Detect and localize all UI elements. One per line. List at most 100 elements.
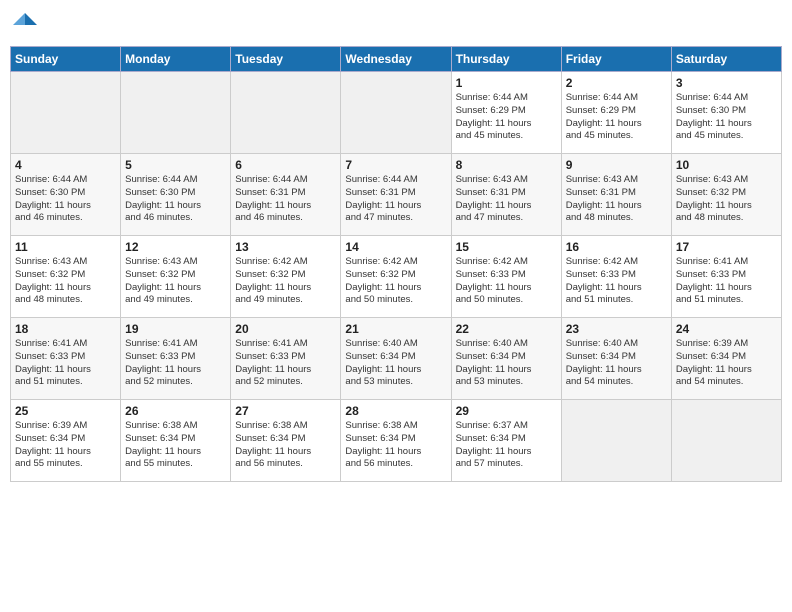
day-number: 7	[345, 158, 446, 172]
day-number: 28	[345, 404, 446, 418]
calendar-body: 1 Sunrise: 6:44 AMSunset: 6:29 PMDaylight…	[11, 72, 782, 482]
col-tuesday: Tuesday	[231, 47, 341, 72]
calendar-cell: 2Sunrise: 6:44 AMSunset: 6:29 PMDaylight…	[561, 72, 671, 154]
day-number: 3	[676, 76, 777, 90]
calendar-cell: 1 Sunrise: 6:44 AMSunset: 6:29 PMDaylight…	[451, 72, 561, 154]
day-info: Sunrise: 6:41 AMSunset: 6:33 PMDaylight:…	[676, 256, 777, 307]
calendar-cell: 20 Sunrise: 6:41 AMSunset: 6:33 PMDayligh…	[231, 318, 341, 400]
day-info: Sunrise: 6:43 AMSunset: 6:31 PMDaylight:…	[566, 174, 667, 225]
calendar-cell: 25 Sunrise: 6:39 AMSunset: 6:34 PMDayligh…	[11, 400, 121, 482]
day-number: 26	[125, 404, 226, 418]
calendar-cell: 23 Sunrise: 6:40 AMSunset: 6:34 PMDayligh…	[561, 318, 671, 400]
day-number: 6	[235, 158, 336, 172]
day-number: 27	[235, 404, 336, 418]
calendar-cell: 7Sunrise: 6:44 AMSunset: 6:31 PMDaylight…	[341, 154, 451, 236]
day-number: 23	[566, 322, 667, 336]
day-number: 19	[125, 322, 226, 336]
day-info: Sunrise: 6:40 AMSunset: 6:34 PMDaylight:…	[345, 338, 446, 389]
day-number: 20	[235, 322, 336, 336]
day-info: Sunrise: 6:43 AMSunset: 6:32 PMDaylight:…	[676, 174, 777, 225]
col-friday: Friday	[561, 47, 671, 72]
calendar-cell: 8 Sunrise: 6:43 AMSunset: 6:31 PMDaylight…	[451, 154, 561, 236]
calendar-table: Sunday Monday Tuesday Wednesday Thursday…	[10, 46, 782, 482]
col-wednesday: Wednesday	[341, 47, 451, 72]
day-info: Sunrise: 6:41 AMSunset: 6:33 PMDaylight:…	[15, 338, 116, 389]
calendar-cell: 18Sunrise: 6:41 AMSunset: 6:33 PMDayligh…	[11, 318, 121, 400]
calendar-cell	[231, 72, 341, 154]
day-info: Sunrise: 6:41 AMSunset: 6:33 PMDaylight:…	[235, 338, 336, 389]
day-info: Sunrise: 6:43 AMSunset: 6:32 PMDaylight:…	[15, 256, 116, 307]
day-number: 4	[15, 158, 116, 172]
day-info: Sunrise: 6:37 AMSunset: 6:34 PMDaylight:…	[456, 420, 557, 471]
day-info: Sunrise: 6:39 AMSunset: 6:34 PMDaylight:…	[15, 420, 116, 471]
calendar-cell: 29 Sunrise: 6:37 AMSunset: 6:34 PMDayligh…	[451, 400, 561, 482]
logo	[10, 10, 44, 40]
day-info: Sunrise: 6:44 AMSunset: 6:30 PMDaylight:…	[125, 174, 226, 225]
calendar-cell: 9 Sunrise: 6:43 AMSunset: 6:31 PMDaylight…	[561, 154, 671, 236]
calendar-cell: 26 Sunrise: 6:38 AMSunset: 6:34 PMDayligh…	[121, 400, 231, 482]
day-info: Sunrise: 6:44 AMSunset: 6:30 PMDaylight:…	[676, 92, 777, 143]
calendar-cell: 28Sunrise: 6:38 AMSunset: 6:34 PMDayligh…	[341, 400, 451, 482]
calendar-cell	[671, 400, 781, 482]
day-number: 21	[345, 322, 446, 336]
day-number: 9	[566, 158, 667, 172]
day-number: 8	[456, 158, 557, 172]
calendar-cell	[561, 400, 671, 482]
calendar-week-2: 4 Sunrise: 6:44 AMSunset: 6:30 PMDaylight…	[11, 154, 782, 236]
calendar-week-3: 11 Sunrise: 6:43 AMSunset: 6:32 PMDayligh…	[11, 236, 782, 318]
day-info: Sunrise: 6:44 AMSunset: 6:29 PMDaylight:…	[456, 92, 557, 143]
day-info: Sunrise: 6:40 AMSunset: 6:34 PMDaylight:…	[456, 338, 557, 389]
day-info: Sunrise: 6:42 AMSunset: 6:33 PMDaylight:…	[456, 256, 557, 307]
day-number: 5	[125, 158, 226, 172]
col-saturday: Saturday	[671, 47, 781, 72]
calendar-week-5: 25 Sunrise: 6:39 AMSunset: 6:34 PMDayligh…	[11, 400, 782, 482]
calendar-page: Sunday Monday Tuesday Wednesday Thursday…	[0, 0, 792, 612]
day-number: 2	[566, 76, 667, 90]
calendar-cell: 24 Sunrise: 6:39 AMSunset: 6:34 PMDayligh…	[671, 318, 781, 400]
calendar-cell: 5 Sunrise: 6:44 AMSunset: 6:30 PMDaylight…	[121, 154, 231, 236]
day-info: Sunrise: 6:43 AMSunset: 6:31 PMDaylight:…	[456, 174, 557, 225]
calendar-cell: 13Sunrise: 6:42 AMSunset: 6:32 PMDayligh…	[231, 236, 341, 318]
header-row: Sunday Monday Tuesday Wednesday Thursday…	[11, 47, 782, 72]
day-info: Sunrise: 6:43 AMSunset: 6:32 PMDaylight:…	[125, 256, 226, 307]
calendar-week-4: 18Sunrise: 6:41 AMSunset: 6:33 PMDayligh…	[11, 318, 782, 400]
calendar-week-1: 1 Sunrise: 6:44 AMSunset: 6:29 PMDaylight…	[11, 72, 782, 154]
calendar-cell: 27 Sunrise: 6:38 AMSunset: 6:34 PMDayligh…	[231, 400, 341, 482]
day-number: 12	[125, 240, 226, 254]
day-info: Sunrise: 6:40 AMSunset: 6:34 PMDaylight:…	[566, 338, 667, 389]
day-info: Sunrise: 6:44 AMSunset: 6:30 PMDaylight:…	[15, 174, 116, 225]
calendar-cell: 6 Sunrise: 6:44 AMSunset: 6:31 PMDaylight…	[231, 154, 341, 236]
header	[10, 10, 782, 40]
day-number: 1	[456, 76, 557, 90]
logo-icon	[10, 10, 40, 40]
day-number: 25	[15, 404, 116, 418]
day-info: Sunrise: 6:42 AMSunset: 6:32 PMDaylight:…	[235, 256, 336, 307]
calendar-cell: 12 Sunrise: 6:43 AMSunset: 6:32 PMDayligh…	[121, 236, 231, 318]
day-number: 29	[456, 404, 557, 418]
calendar-cell: 21 Sunrise: 6:40 AMSunset: 6:34 PMDayligh…	[341, 318, 451, 400]
day-info: Sunrise: 6:42 AMSunset: 6:33 PMDaylight:…	[566, 256, 667, 307]
calendar-cell	[341, 72, 451, 154]
day-number: 24	[676, 322, 777, 336]
day-info: Sunrise: 6:39 AMSunset: 6:34 PMDaylight:…	[676, 338, 777, 389]
day-number: 10	[676, 158, 777, 172]
col-sunday: Sunday	[11, 47, 121, 72]
col-monday: Monday	[121, 47, 231, 72]
day-info: Sunrise: 6:42 AMSunset: 6:32 PMDaylight:…	[345, 256, 446, 307]
day-number: 11	[15, 240, 116, 254]
day-number: 15	[456, 240, 557, 254]
calendar-cell: 19 Sunrise: 6:41 AMSunset: 6:33 PMDayligh…	[121, 318, 231, 400]
day-info: Sunrise: 6:38 AMSunset: 6:34 PMDaylight:…	[125, 420, 226, 471]
calendar-cell	[11, 72, 121, 154]
calendar-cell: 3 Sunrise: 6:44 AMSunset: 6:30 PMDaylight…	[671, 72, 781, 154]
day-info: Sunrise: 6:44 AMSunset: 6:31 PMDaylight:…	[235, 174, 336, 225]
day-info: Sunrise: 6:38 AMSunset: 6:34 PMDaylight:…	[235, 420, 336, 471]
col-thursday: Thursday	[451, 47, 561, 72]
day-number: 14	[345, 240, 446, 254]
calendar-cell: 14 Sunrise: 6:42 AMSunset: 6:32 PMDayligh…	[341, 236, 451, 318]
day-info: Sunrise: 6:41 AMSunset: 6:33 PMDaylight:…	[125, 338, 226, 389]
calendar-cell: 10 Sunrise: 6:43 AMSunset: 6:32 PMDayligh…	[671, 154, 781, 236]
calendar-cell: 17 Sunrise: 6:41 AMSunset: 6:33 PMDayligh…	[671, 236, 781, 318]
day-number: 17	[676, 240, 777, 254]
calendar-cell: 15 Sunrise: 6:42 AMSunset: 6:33 PMDayligh…	[451, 236, 561, 318]
